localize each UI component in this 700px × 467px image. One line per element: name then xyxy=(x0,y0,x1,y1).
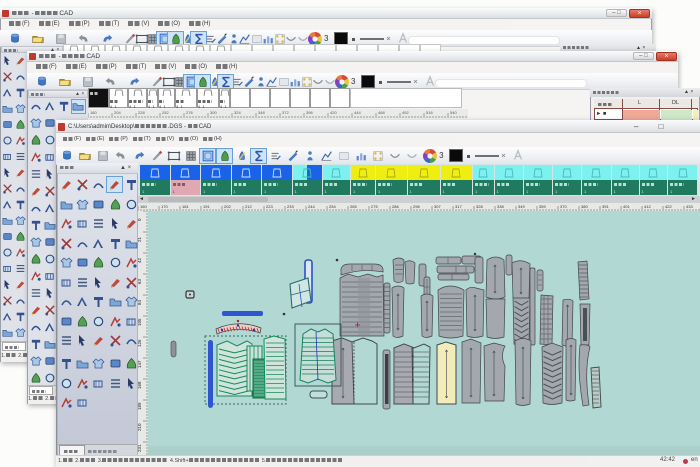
svg-text:422: 422 xyxy=(665,204,672,209)
svg-text:233: 233 xyxy=(287,204,294,209)
svg-text:210: 210 xyxy=(138,423,142,431)
svg-text:370: 370 xyxy=(560,204,567,209)
svg-text:391: 391 xyxy=(602,204,609,209)
svg-text:63: 63 xyxy=(138,278,142,284)
svg-text:372: 372 xyxy=(282,110,289,115)
svg-text:412: 412 xyxy=(644,204,651,209)
svg-text:349: 349 xyxy=(518,204,525,209)
svg-text:160: 160 xyxy=(140,204,147,209)
svg-text:212: 212 xyxy=(245,204,252,209)
svg-text:42: 42 xyxy=(138,257,142,263)
svg-text:380: 380 xyxy=(581,204,588,209)
svg-text:401: 401 xyxy=(623,204,630,209)
svg-text:223: 223 xyxy=(266,204,273,209)
svg-text:265: 265 xyxy=(350,204,357,209)
svg-text:254: 254 xyxy=(329,204,336,209)
svg-text:468: 468 xyxy=(378,110,385,115)
svg-text:444: 444 xyxy=(354,110,361,115)
svg-text:228: 228 xyxy=(138,110,145,115)
svg-text:275: 275 xyxy=(371,204,378,209)
svg-text:126: 126 xyxy=(138,339,142,347)
svg-text:516: 516 xyxy=(426,110,433,115)
svg-text:317: 317 xyxy=(455,204,462,209)
svg-text:21: 21 xyxy=(138,236,142,242)
svg-text:348: 348 xyxy=(258,110,265,115)
svg-text:338: 338 xyxy=(497,204,504,209)
svg-text:359: 359 xyxy=(539,204,546,209)
svg-text:286: 286 xyxy=(392,204,399,209)
svg-text:396: 396 xyxy=(306,110,313,115)
svg-text:324: 324 xyxy=(234,110,241,115)
svg-text:492: 492 xyxy=(402,110,409,115)
svg-text:170: 170 xyxy=(161,204,168,209)
svg-text:244: 244 xyxy=(308,204,315,209)
svg-text:307: 307 xyxy=(434,204,441,209)
svg-text:328: 328 xyxy=(476,204,483,209)
svg-text:252: 252 xyxy=(162,110,169,115)
svg-text:189: 189 xyxy=(138,402,142,410)
svg-text:300: 300 xyxy=(210,110,217,115)
svg-text:204: 204 xyxy=(114,110,121,115)
svg-text:540: 540 xyxy=(450,110,457,115)
svg-text:181: 181 xyxy=(182,204,189,209)
svg-text:105: 105 xyxy=(138,318,142,326)
svg-text:147: 147 xyxy=(138,360,142,368)
svg-text:433: 433 xyxy=(686,204,693,209)
svg-text:420: 420 xyxy=(330,110,337,115)
svg-text:231: 231 xyxy=(138,444,142,452)
svg-text:84: 84 xyxy=(138,299,142,305)
svg-text:191: 191 xyxy=(203,204,210,209)
svg-text:276: 276 xyxy=(186,110,193,115)
svg-text:202: 202 xyxy=(224,204,231,209)
svg-text:296: 296 xyxy=(413,204,420,209)
svg-text:180: 180 xyxy=(90,110,97,115)
svg-text:168: 168 xyxy=(138,381,142,389)
